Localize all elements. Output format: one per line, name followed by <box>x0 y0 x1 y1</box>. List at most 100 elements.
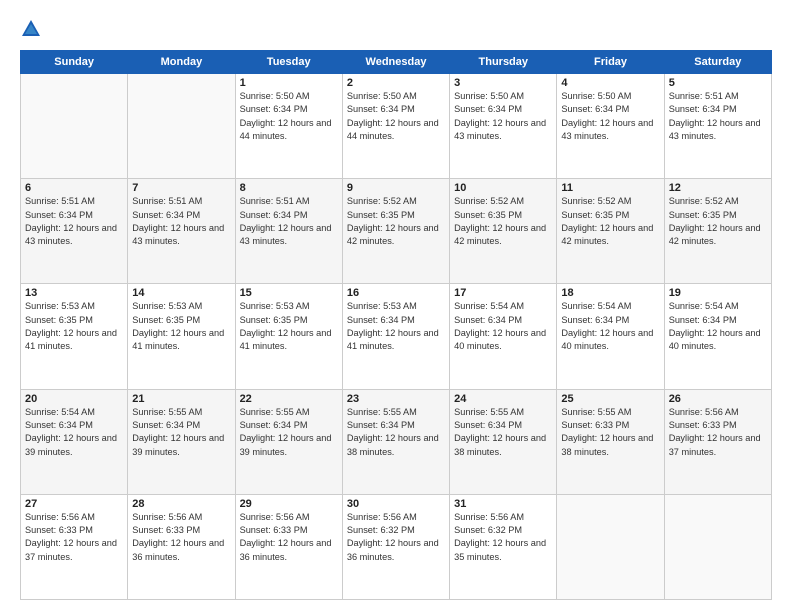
calendar-cell: 29Sunrise: 5:56 AMSunset: 6:33 PMDayligh… <box>235 494 342 599</box>
calendar-cell: 10Sunrise: 5:52 AMSunset: 6:35 PMDayligh… <box>450 179 557 284</box>
week-row-0: 1Sunrise: 5:50 AMSunset: 6:34 PMDaylight… <box>21 74 772 179</box>
day-number: 12 <box>669 182 767 194</box>
calendar-cell: 12Sunrise: 5:52 AMSunset: 6:35 PMDayligh… <box>664 179 771 284</box>
day-info: Sunrise: 5:55 AMSunset: 6:34 PMDaylight:… <box>454 406 552 459</box>
day-info: Sunrise: 5:50 AMSunset: 6:34 PMDaylight:… <box>454 90 552 143</box>
calendar-cell: 21Sunrise: 5:55 AMSunset: 6:34 PMDayligh… <box>128 389 235 494</box>
days-header-row: SundayMondayTuesdayWednesdayThursdayFrid… <box>21 51 772 74</box>
calendar-cell: 15Sunrise: 5:53 AMSunset: 6:35 PMDayligh… <box>235 284 342 389</box>
day-number: 10 <box>454 182 552 194</box>
day-number: 14 <box>132 287 230 299</box>
calendar-cell <box>664 494 771 599</box>
calendar-cell: 5Sunrise: 5:51 AMSunset: 6:34 PMDaylight… <box>664 74 771 179</box>
day-info: Sunrise: 5:53 AMSunset: 6:35 PMDaylight:… <box>240 300 338 353</box>
day-info: Sunrise: 5:51 AMSunset: 6:34 PMDaylight:… <box>240 195 338 248</box>
day-number: 8 <box>240 182 338 194</box>
day-number: 28 <box>132 498 230 510</box>
calendar-cell: 13Sunrise: 5:53 AMSunset: 6:35 PMDayligh… <box>21 284 128 389</box>
calendar-cell <box>557 494 664 599</box>
day-info: Sunrise: 5:56 AMSunset: 6:33 PMDaylight:… <box>132 511 230 564</box>
day-number: 2 <box>347 77 445 89</box>
day-number: 20 <box>25 393 123 405</box>
day-info: Sunrise: 5:55 AMSunset: 6:34 PMDaylight:… <box>240 406 338 459</box>
day-info: Sunrise: 5:52 AMSunset: 6:35 PMDaylight:… <box>347 195 445 248</box>
day-header-tuesday: Tuesday <box>235 51 342 74</box>
calendar-cell: 30Sunrise: 5:56 AMSunset: 6:32 PMDayligh… <box>342 494 449 599</box>
week-row-3: 20Sunrise: 5:54 AMSunset: 6:34 PMDayligh… <box>21 389 772 494</box>
day-number: 27 <box>25 498 123 510</box>
calendar-cell: 28Sunrise: 5:56 AMSunset: 6:33 PMDayligh… <box>128 494 235 599</box>
day-info: Sunrise: 5:53 AMSunset: 6:35 PMDaylight:… <box>132 300 230 353</box>
day-number: 5 <box>669 77 767 89</box>
calendar-cell: 17Sunrise: 5:54 AMSunset: 6:34 PMDayligh… <box>450 284 557 389</box>
logo <box>20 18 46 40</box>
day-header-sunday: Sunday <box>21 51 128 74</box>
calendar-cell: 2Sunrise: 5:50 AMSunset: 6:34 PMDaylight… <box>342 74 449 179</box>
day-info: Sunrise: 5:56 AMSunset: 6:32 PMDaylight:… <box>347 511 445 564</box>
day-info: Sunrise: 5:54 AMSunset: 6:34 PMDaylight:… <box>669 300 767 353</box>
week-row-4: 27Sunrise: 5:56 AMSunset: 6:33 PMDayligh… <box>21 494 772 599</box>
calendar-cell: 3Sunrise: 5:50 AMSunset: 6:34 PMDaylight… <box>450 74 557 179</box>
day-number: 25 <box>561 393 659 405</box>
calendar-cell <box>128 74 235 179</box>
day-number: 16 <box>347 287 445 299</box>
day-number: 18 <box>561 287 659 299</box>
day-header-thursday: Thursday <box>450 51 557 74</box>
day-header-saturday: Saturday <box>664 51 771 74</box>
calendar-cell: 26Sunrise: 5:56 AMSunset: 6:33 PMDayligh… <box>664 389 771 494</box>
calendar-cell: 9Sunrise: 5:52 AMSunset: 6:35 PMDaylight… <box>342 179 449 284</box>
day-info: Sunrise: 5:54 AMSunset: 6:34 PMDaylight:… <box>454 300 552 353</box>
day-number: 23 <box>347 393 445 405</box>
day-number: 1 <box>240 77 338 89</box>
day-info: Sunrise: 5:50 AMSunset: 6:34 PMDaylight:… <box>561 90 659 143</box>
day-number: 4 <box>561 77 659 89</box>
calendar-cell <box>21 74 128 179</box>
day-info: Sunrise: 5:52 AMSunset: 6:35 PMDaylight:… <box>669 195 767 248</box>
day-info: Sunrise: 5:55 AMSunset: 6:34 PMDaylight:… <box>347 406 445 459</box>
week-row-2: 13Sunrise: 5:53 AMSunset: 6:35 PMDayligh… <box>21 284 772 389</box>
calendar-table: SundayMondayTuesdayWednesdayThursdayFrid… <box>20 50 772 600</box>
day-number: 6 <box>25 182 123 194</box>
logo-icon <box>20 18 42 40</box>
day-info: Sunrise: 5:51 AMSunset: 6:34 PMDaylight:… <box>669 90 767 143</box>
day-info: Sunrise: 5:54 AMSunset: 6:34 PMDaylight:… <box>561 300 659 353</box>
day-number: 31 <box>454 498 552 510</box>
day-number: 15 <box>240 287 338 299</box>
day-info: Sunrise: 5:56 AMSunset: 6:32 PMDaylight:… <box>454 511 552 564</box>
day-info: Sunrise: 5:51 AMSunset: 6:34 PMDaylight:… <box>132 195 230 248</box>
calendar-cell: 18Sunrise: 5:54 AMSunset: 6:34 PMDayligh… <box>557 284 664 389</box>
calendar-cell: 16Sunrise: 5:53 AMSunset: 6:34 PMDayligh… <box>342 284 449 389</box>
day-info: Sunrise: 5:54 AMSunset: 6:34 PMDaylight:… <box>25 406 123 459</box>
day-header-friday: Friday <box>557 51 664 74</box>
calendar-cell: 25Sunrise: 5:55 AMSunset: 6:33 PMDayligh… <box>557 389 664 494</box>
day-info: Sunrise: 5:50 AMSunset: 6:34 PMDaylight:… <box>347 90 445 143</box>
day-info: Sunrise: 5:53 AMSunset: 6:35 PMDaylight:… <box>25 300 123 353</box>
day-number: 17 <box>454 287 552 299</box>
day-number: 29 <box>240 498 338 510</box>
day-number: 13 <box>25 287 123 299</box>
calendar-cell: 31Sunrise: 5:56 AMSunset: 6:32 PMDayligh… <box>450 494 557 599</box>
calendar-cell: 8Sunrise: 5:51 AMSunset: 6:34 PMDaylight… <box>235 179 342 284</box>
day-info: Sunrise: 5:56 AMSunset: 6:33 PMDaylight:… <box>25 511 123 564</box>
calendar-cell: 19Sunrise: 5:54 AMSunset: 6:34 PMDayligh… <box>664 284 771 389</box>
calendar-cell: 20Sunrise: 5:54 AMSunset: 6:34 PMDayligh… <box>21 389 128 494</box>
day-header-monday: Monday <box>128 51 235 74</box>
calendar-cell: 22Sunrise: 5:55 AMSunset: 6:34 PMDayligh… <box>235 389 342 494</box>
day-info: Sunrise: 5:51 AMSunset: 6:34 PMDaylight:… <box>25 195 123 248</box>
day-header-wednesday: Wednesday <box>342 51 449 74</box>
page: SundayMondayTuesdayWednesdayThursdayFrid… <box>0 0 792 612</box>
day-info: Sunrise: 5:50 AMSunset: 6:34 PMDaylight:… <box>240 90 338 143</box>
day-number: 7 <box>132 182 230 194</box>
day-info: Sunrise: 5:52 AMSunset: 6:35 PMDaylight:… <box>454 195 552 248</box>
calendar-cell: 14Sunrise: 5:53 AMSunset: 6:35 PMDayligh… <box>128 284 235 389</box>
day-number: 11 <box>561 182 659 194</box>
day-info: Sunrise: 5:56 AMSunset: 6:33 PMDaylight:… <box>669 406 767 459</box>
day-number: 21 <box>132 393 230 405</box>
header <box>20 18 772 40</box>
day-number: 9 <box>347 182 445 194</box>
week-row-1: 6Sunrise: 5:51 AMSunset: 6:34 PMDaylight… <box>21 179 772 284</box>
calendar-cell: 6Sunrise: 5:51 AMSunset: 6:34 PMDaylight… <box>21 179 128 284</box>
day-number: 26 <box>669 393 767 405</box>
day-info: Sunrise: 5:52 AMSunset: 6:35 PMDaylight:… <box>561 195 659 248</box>
calendar-cell: 11Sunrise: 5:52 AMSunset: 6:35 PMDayligh… <box>557 179 664 284</box>
